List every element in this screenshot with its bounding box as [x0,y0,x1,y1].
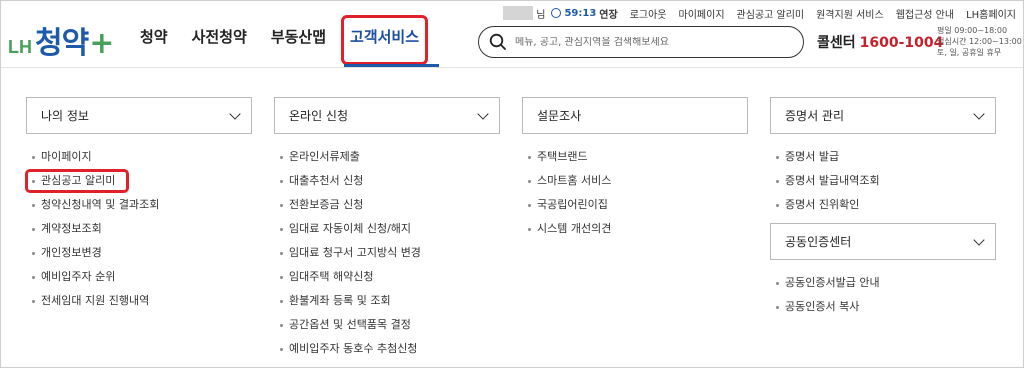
notice-alert-link[interactable]: 관심공고 알리미 [737,6,805,21]
lh-homepage-link[interactable]: LH홈페이지 [966,6,1016,21]
logo-plus: + [89,26,115,61]
menu-item-jeonse-support-status[interactable]: 전세임대 지원 진행내역 [31,289,252,313]
nav-item-subscription[interactable]: 청약 [128,14,180,66]
menu-item[interactable]: 증명서 진위확인 [775,193,996,217]
menu-list: 주택브랜드 스마트홈 서비스 국공립어린이집 시스템 개선의견 [522,145,748,241]
highlight-box [341,15,429,65]
menu-column-survey: 설문조사 주택브랜드 스마트홈 서비스 국공립어린이집 시스템 개선의견 [522,97,748,241]
mypage-link[interactable]: 마이페이지 [679,6,725,21]
menu-item[interactable]: 공간옵션 및 선택품목 결정 [279,313,500,337]
menu-item[interactable]: 임대주택 해약신청 [279,265,500,289]
session-timer: 59:13 [564,7,597,19]
menu-item[interactable]: 증명서 발급 [775,145,996,169]
hours-lunch: 점심시간 12:00~13:00 [937,37,1022,46]
menu-item[interactable]: 임대료 청구서 고지방식 변경 [279,241,500,265]
menu-item[interactable]: 국공립어린이집 [527,193,748,217]
menu-item[interactable]: 임대료 자동이체 신청/해지 [279,217,500,241]
dropdown-certificate-management[interactable]: 증명서 관리 [770,97,996,134]
menu-column-my-info: 나의 정보 마이페이지 관심공고 알리미 청약신청내역 및 결과조회 계약정보조… [25,97,252,313]
dropdown-title: 온라인 신청 [289,109,349,123]
dropdown-survey[interactable]: 설문조사 [522,97,748,134]
dropdown-title: 나의 정보 [41,109,89,123]
menu-item[interactable]: 환불계좌 등록 및 조회 [279,289,500,313]
menu-item[interactable]: 주택브랜드 [527,145,748,169]
search-bar [478,26,804,58]
user-suffix: 님 [536,9,546,21]
call-center: 콜센터 1600-1004 [817,32,943,52]
search-icon[interactable] [489,33,507,51]
menu-item-personal-info-change[interactable]: 개인정보변경 [31,241,252,265]
chevron-down-icon [973,107,985,120]
menu-list: 공동인증서발급 안내 공동인증서 복사 [770,271,996,319]
dropdown-title: 설문조사 [537,109,582,123]
menu-item-waitlist-rank[interactable]: 예비입주자 순위 [31,265,252,289]
user-name-redacted [503,6,534,20]
dropdown-joint-certificate-center[interactable]: 공동인증센터 [770,223,996,260]
nav-item-pre-subscription[interactable]: 사전청약 [180,14,259,66]
menu-item[interactable]: 대출추천서 신청 [279,169,500,193]
logout-link[interactable]: 로그아웃 [630,6,667,21]
utility-bar: 님 59:13 연장 로그아웃 마이페이지 관심공고 알리미 원격지원 서비스 … [503,4,1016,22]
call-center-hours: 평일 09:00~18:00 점심시간 12:00~13:00 토, 일, 공휴… [937,25,1022,58]
dropdown-title: 공동인증센터 [785,235,852,249]
dropdown-online-application[interactable]: 온라인 신청 [274,97,500,134]
hours-holiday: 토, 일, 공휴일 휴무 [937,48,1002,57]
menu-column-online-application: 온라인 신청 온라인서류제출 대출추천서 신청 전환보증금 신청 임대료 자동이… [274,97,500,361]
dropdown-my-info[interactable]: 나의 정보 [26,97,252,134]
menu-item[interactable]: 공동인증서발급 안내 [775,271,996,295]
menu-item-mypage[interactable]: 마이페이지 [31,145,252,169]
extend-session-button[interactable]: 연장 [599,6,617,21]
hours-weekday: 평일 09:00~18:00 [937,26,1008,35]
dropdown-title: 증명서 관리 [785,109,845,123]
lh-logo[interactable]: LH 청약 + [8,18,115,61]
call-center-number[interactable]: 1600-1004 [860,35,944,51]
logo-prefix: LH [8,37,32,57]
search-input[interactable] [515,36,795,48]
menu-item-notice-alert[interactable]: 관심공고 알리미 [25,169,252,193]
chevron-down-icon [973,233,985,246]
call-center-label: 콜센터 [817,35,856,51]
remote-support-link[interactable]: 원격지원 서비스 [816,6,884,21]
chevron-down-icon [477,107,489,120]
header-divider [1,67,1023,68]
menu-list: 증명서 발급 증명서 발급내역조회 증명서 진위확인 [770,145,996,217]
clock-icon [551,8,562,18]
menu-item-contract-info[interactable]: 계약정보조회 [31,217,252,241]
menu-item[interactable]: 공동인증서 복사 [775,295,996,319]
highlight-box [25,169,129,193]
menu-item[interactable]: 시스템 개선의견 [527,217,748,241]
menu-item-application-history[interactable]: 청약신청내역 및 결과조회 [31,193,252,217]
menu-item[interactable]: 증명서 발급내역조회 [775,169,996,193]
menu-list: 온라인서류제출 대출추천서 신청 전환보증금 신청 임대료 자동이체 신청/해지… [274,145,500,361]
menu-item[interactable]: 온라인서류제출 [279,145,500,169]
menu-item[interactable]: 전환보증금 신청 [279,193,500,217]
menu-list: 마이페이지 관심공고 알리미 청약신청내역 및 결과조회 계약정보조회 개인정보… [25,145,252,313]
logo-main-text: 청약 [35,26,89,61]
menu-item[interactable]: 예비입주자 동호수 추첨신청 [279,337,500,361]
accessibility-link[interactable]: 웹접근성 안내 [896,6,954,21]
chevron-down-icon [229,107,241,120]
menu-item[interactable]: 스마트홈 서비스 [527,169,748,193]
nav-item-real-estate-map[interactable]: 부동산맵 [259,14,338,66]
nav-item-customer-service[interactable]: 고객서비스 [338,14,431,66]
menu-column-certificates: 증명서 관리 증명서 발급 증명서 발급내역조회 증명서 진위확인 공동인증센터… [770,97,996,319]
main-nav: 청약 사전청약 부동산맵 고객서비스 [128,14,431,66]
